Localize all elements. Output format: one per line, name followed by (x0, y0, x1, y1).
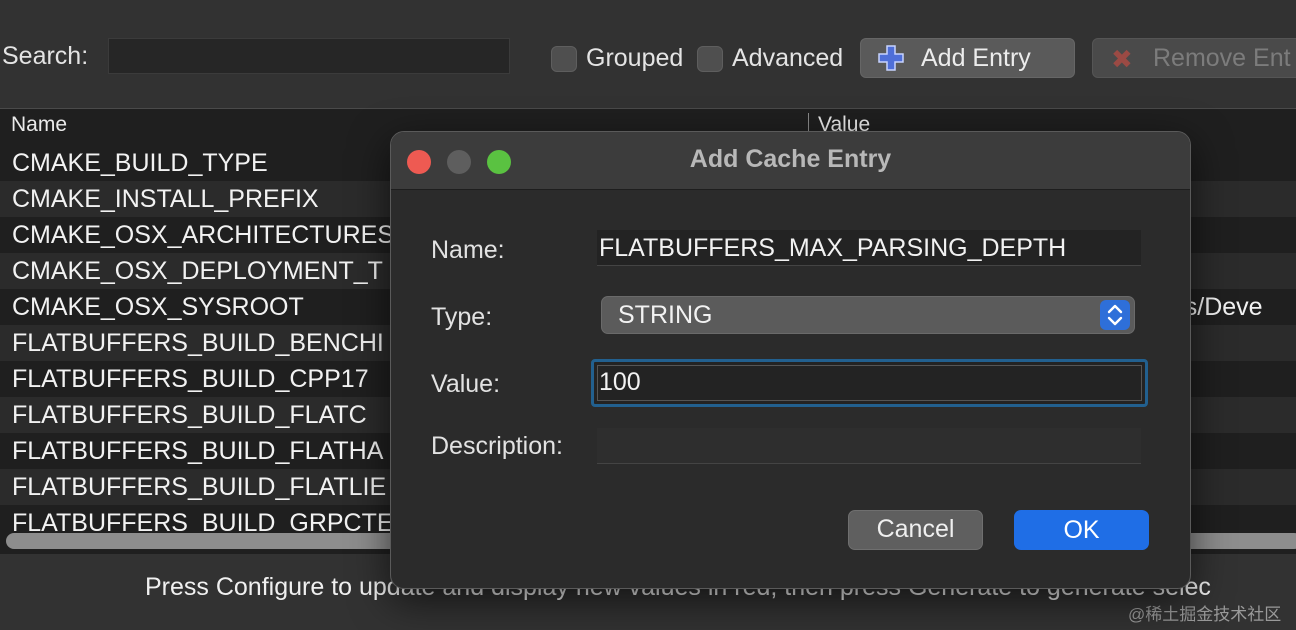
type-label: Type: (431, 303, 493, 331)
search-label: Search: (2, 42, 89, 70)
updown-chevron-icon (1100, 300, 1130, 330)
remove-entry-button[interactable]: ✖ Remove Ent (1092, 38, 1296, 78)
row-name: CMAKE_BUILD_TYPE (12, 149, 268, 177)
type-select-value: STRING (618, 301, 713, 329)
grouped-checkbox[interactable] (551, 46, 577, 72)
row-name: FLATBUFFERS_BUILD_FLATC (12, 401, 367, 429)
advanced-checkbox[interactable] (697, 46, 723, 72)
remove-x-icon: ✖ (1111, 44, 1133, 74)
add-entry-button[interactable]: Add Entry (860, 38, 1075, 78)
grouped-label[interactable]: Grouped (586, 44, 683, 73)
name-label: Name: (431, 236, 505, 264)
row-name: FLATBUFFERS_BUILD_FLATLIE (12, 473, 387, 501)
remove-entry-label: Remove Ent (1153, 44, 1291, 72)
dialog-title: Add Cache Entry (689, 145, 892, 173)
watermark: @稀土掘金技术社区 (1128, 605, 1282, 624)
add-entry-label: Add Entry (921, 44, 1031, 72)
value-field-inner (597, 365, 1142, 401)
value-field[interactable]: 100 (591, 359, 1148, 407)
description-field[interactable] (597, 428, 1141, 464)
value-label: Value: (431, 370, 501, 398)
row-name: FLATBUFFERS_BUILD_CPP17 (12, 365, 369, 393)
plus-icon (878, 45, 904, 71)
advanced-label[interactable]: Advanced (732, 44, 843, 73)
name-field[interactable]: FLATBUFFERS_MAX_PARSING_DEPTH (597, 230, 1141, 266)
add-cache-entry-dialog: Add Cache Entry Name: FLATBUFFERS_MAX_PA… (390, 131, 1191, 589)
dialog-titlebar[interactable]: Add Cache Entry (391, 132, 1190, 190)
cancel-button[interactable]: Cancel (848, 510, 983, 550)
row-name: CMAKE_OSX_ARCHITECTURES (12, 221, 395, 249)
search-input[interactable] (108, 38, 510, 74)
type-select[interactable]: STRING (601, 296, 1135, 334)
row-name: CMAKE_OSX_DEPLOYMENT_T (12, 257, 383, 285)
row-name: CMAKE_OSX_SYSROOT (12, 293, 304, 321)
description-label: Description: (431, 432, 563, 460)
row-name: FLATBUFFERS_BUILD_BENCHI (12, 329, 384, 357)
row-name: CMAKE_INSTALL_PREFIX (12, 185, 319, 213)
value-field-text: 100 (599, 368, 641, 396)
column-header-name[interactable]: Name (11, 113, 67, 137)
row-name: FLATBUFFERS_BUILD_FLATHA (12, 437, 384, 465)
ok-button[interactable]: OK (1014, 510, 1149, 550)
